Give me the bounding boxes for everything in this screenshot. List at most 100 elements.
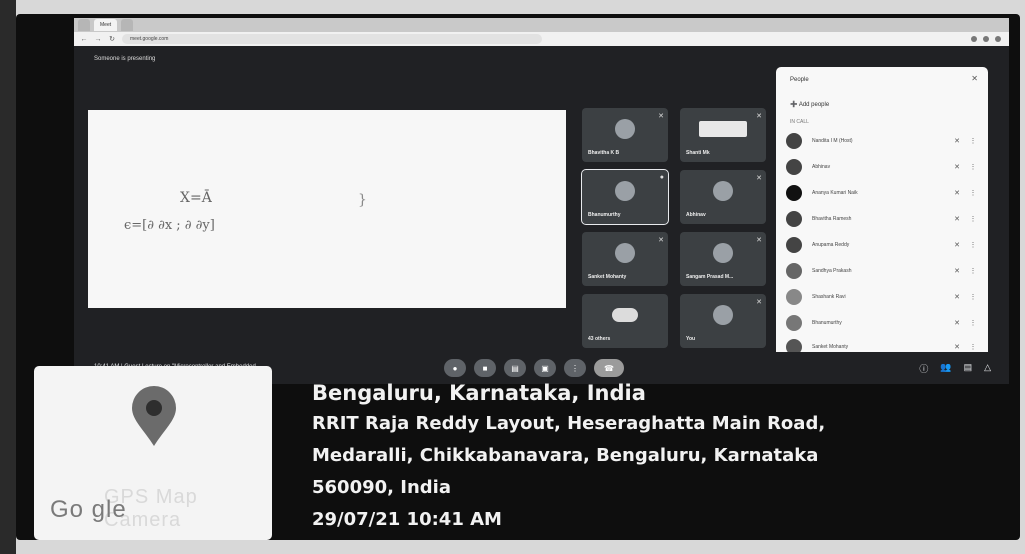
profile-icon[interactable] — [983, 36, 989, 42]
speaking-icon: ● — [659, 174, 664, 181]
participant-name: Shashank Ravi — [812, 294, 846, 300]
in-call-label: IN CALL — [790, 119, 809, 125]
mic-icon[interactable]: ● — [444, 359, 466, 377]
participant-row[interactable]: Shashank Ravi ✕ ⋮ — [786, 285, 982, 309]
mic-off-icon: ✕ — [756, 113, 762, 120]
mic-off-icon: ✕ — [954, 216, 960, 223]
geotag-address-line: 560090, India — [312, 477, 451, 498]
call-controls: ● ■ ▤ ▣ ⋮ ☎ — [444, 359, 624, 377]
participant-name: Bhanumurthy — [588, 212, 621, 218]
participant-name: Nandita I M (Host) — [812, 138, 853, 144]
participant-name: Abhinav — [812, 164, 831, 170]
more-options-icon[interactable]: ⋮ — [964, 343, 982, 351]
geotag-datetime: 29/07/21 10:41 AM — [312, 509, 502, 530]
avatar — [786, 159, 802, 175]
participant-row[interactable]: Anupama Reddy ✕ ⋮ — [786, 233, 982, 257]
participant-name: Ananya Kumari Naik — [812, 190, 858, 196]
more-icon[interactable]: ⋮ — [564, 359, 586, 377]
geotag-caption: Bengaluru, Karnataka, India RRIT Raja Re… — [312, 378, 1012, 536]
close-icon[interactable]: ✕ — [971, 74, 978, 83]
more-options-icon[interactable]: ⋮ — [964, 137, 982, 145]
participant-name: Bhanumurthy — [812, 320, 842, 326]
captions-icon[interactable]: ▤ — [504, 359, 526, 377]
reload-icon[interactable]: ↻ — [108, 35, 116, 43]
geotag-city: Bengaluru, Karnataka, India — [312, 381, 646, 405]
people-icon[interactable]: 👥 — [940, 362, 951, 375]
avatar — [615, 242, 635, 263]
back-icon[interactable]: ← — [80, 36, 88, 43]
participant-row[interactable]: Sandhya Prakash ✕ ⋮ — [786, 259, 982, 283]
activities-icon[interactable]: △ — [984, 362, 991, 375]
avatar — [786, 315, 802, 331]
add-people-button[interactable]: ➕ Add people — [790, 101, 829, 108]
extension-icon[interactable] — [971, 36, 977, 42]
photo-frame: Meet ← → ↻ meet.google.com Someone is pr… — [0, 0, 1025, 554]
participant-name: You — [686, 336, 696, 342]
more-options-icon[interactable]: ⋮ — [964, 215, 982, 223]
participant-row[interactable]: Nandita I M (Host) ✕ ⋮ — [786, 129, 982, 153]
participant-tile[interactable]: Shanti Mk ✕ — [680, 108, 766, 162]
self-tile[interactable]: You ✕ — [680, 294, 766, 348]
browser-tab[interactable] — [78, 19, 90, 31]
camera-icon[interactable]: ■ — [474, 359, 496, 377]
others-tile[interactable]: 43 others — [582, 294, 668, 348]
more-options-icon[interactable]: ⋮ — [964, 293, 982, 301]
mic-off-icon: ✕ — [954, 268, 960, 275]
participant-tile[interactable]: Bhavitha K B ✕ — [582, 108, 668, 162]
participant-tile[interactable]: Sangam Prasad M... ✕ — [680, 232, 766, 286]
mic-off-icon: ✕ — [954, 164, 960, 171]
more-options-icon[interactable]: ⋮ — [964, 163, 982, 171]
url-field[interactable]: meet.google.com — [122, 34, 542, 44]
mic-off-icon: ✕ — [954, 242, 960, 249]
participant-tile[interactable]: Sanket Mohanty ✕ — [582, 232, 668, 286]
add-person-icon: ➕ — [790, 102, 799, 108]
avatar — [786, 185, 802, 201]
participant-row[interactable]: Abhinav ✕ ⋮ — [786, 155, 982, 179]
forward-icon[interactable]: → — [94, 36, 102, 43]
photo-edge — [0, 0, 16, 554]
avatar — [713, 242, 733, 263]
meet-window: Someone is presenting X=Ā ϵ=[∂ ∂x ; ∂ ∂y… — [74, 46, 1009, 384]
info-icon[interactable]: ⓘ — [919, 362, 928, 375]
mic-off-icon: ✕ — [756, 299, 762, 306]
avatar — [786, 237, 802, 253]
avatar — [786, 289, 802, 305]
participant-name: Sanket Mohanty — [588, 274, 627, 280]
avatar — [786, 263, 802, 279]
menu-icon[interactable] — [995, 36, 1001, 42]
more-options-icon[interactable]: ⋮ — [964, 189, 982, 197]
google-logo: Go gle — [50, 496, 127, 523]
browser-tab-strip: Meet — [74, 18, 1009, 32]
more-options-icon[interactable]: ⋮ — [964, 319, 982, 327]
participant-name: Sanket Mohanty — [812, 344, 849, 350]
participant-tile[interactable]: Abhinav ✕ — [680, 170, 766, 224]
participant-row[interactable]: Bhavitha Ramesh ✕ ⋮ — [786, 207, 982, 231]
people-panel-title: People — [790, 77, 809, 83]
participant-row[interactable]: Ananya Kumari Naik ✕ ⋮ — [786, 181, 982, 205]
mic-off-icon: ✕ — [954, 190, 960, 197]
slide-equation: } — [358, 192, 367, 208]
chat-icon[interactable]: ▤ — [964, 362, 973, 375]
more-options-icon[interactable]: ⋮ — [964, 241, 982, 249]
mic-off-icon: ✕ — [658, 237, 664, 244]
participant-tile-active[interactable]: Bhanumurthy ● — [581, 169, 669, 225]
present-icon[interactable]: ▣ — [534, 359, 556, 377]
avatar — [713, 180, 733, 201]
slide-equation: ϵ=[∂ ∂x ; ∂ ∂y] — [124, 218, 215, 233]
participant-row[interactable]: Bhanumurthy ✕ ⋮ — [786, 311, 982, 335]
more-options-icon[interactable]: ⋮ — [964, 267, 982, 275]
meeting-tools: ⓘ 👥 ▤ △ — [919, 362, 991, 375]
browser-tab-active[interactable]: Meet — [94, 19, 118, 31]
participant-name: Sangam Prasad M... — [686, 274, 734, 280]
screen: Meet ← → ↻ meet.google.com Someone is pr… — [74, 18, 1009, 384]
avatar — [615, 180, 635, 201]
avatar — [786, 211, 802, 227]
map-thumbnail: GPS Map Camera Go gle — [34, 366, 272, 540]
others-count: 43 others — [588, 336, 611, 342]
participant-name: Sandhya Prakash — [812, 268, 852, 274]
people-panel: People ✕ ➕ Add people IN CALL Nandita I … — [776, 67, 988, 359]
browser-tab[interactable] — [121, 19, 134, 31]
avatar — [786, 133, 802, 149]
end-call-icon[interactable]: ☎ — [594, 359, 624, 377]
mic-off-icon: ✕ — [954, 138, 960, 145]
